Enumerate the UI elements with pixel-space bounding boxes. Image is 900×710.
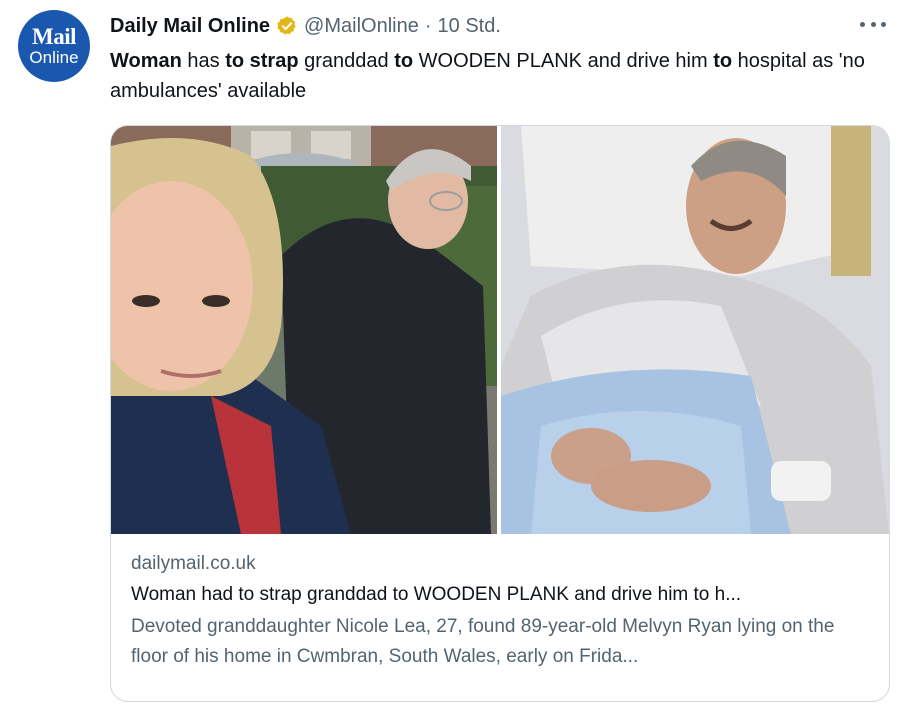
- account-name[interactable]: Daily Mail Online: [110, 15, 270, 38]
- tweet-text-span: has: [181, 50, 226, 72]
- avatar-logo-line2: Online: [29, 47, 79, 67]
- tweet-text-span: granddad: [298, 50, 395, 72]
- header-separator: ·: [424, 14, 432, 37]
- tweet-text-bold: to: [713, 50, 733, 72]
- tweet-timestamp[interactable]: 10 Std.: [438, 15, 501, 38]
- card-body[interactable]: dailymail.co.uk Woman had to strap grand…: [131, 550, 871, 672]
- avatar-logo-line1: Mail: [32, 23, 77, 49]
- verified-badge-icon: [276, 15, 298, 37]
- tweet-text: Woman has to strap granddad to WOODEN PL…: [110, 46, 870, 106]
- avatar[interactable]: Mail Online: [18, 10, 90, 82]
- card-title: Woman had to strap granddad to WOODEN PL…: [131, 584, 742, 605]
- card-domain: dailymail.co.uk: [131, 553, 256, 574]
- card-image-hospital[interactable]: [501, 126, 889, 534]
- tweet-text-span: WOODEN PLANK and drive him: [413, 50, 714, 72]
- tweet-text-bold: to: [394, 50, 414, 72]
- card-description: Devoted granddaughter Nicole Lea, 27, fo…: [131, 616, 835, 667]
- tweet-text-bold: Woman: [110, 50, 182, 72]
- tweet-text-bold: to strap: [225, 50, 299, 72]
- card-image-area[interactable]: [111, 126, 889, 534]
- more-horizontal-icon[interactable]: [860, 14, 886, 34]
- card-image-selfie[interactable]: [111, 126, 497, 534]
- account-handle[interactable]: @MailOnline: [304, 15, 419, 38]
- link-preview-card[interactable]: dailymail.co.uk Woman had to strap grand…: [110, 125, 890, 702]
- tweet-header: Daily Mail Online @MailOnline · 10 Std.: [110, 13, 501, 39]
